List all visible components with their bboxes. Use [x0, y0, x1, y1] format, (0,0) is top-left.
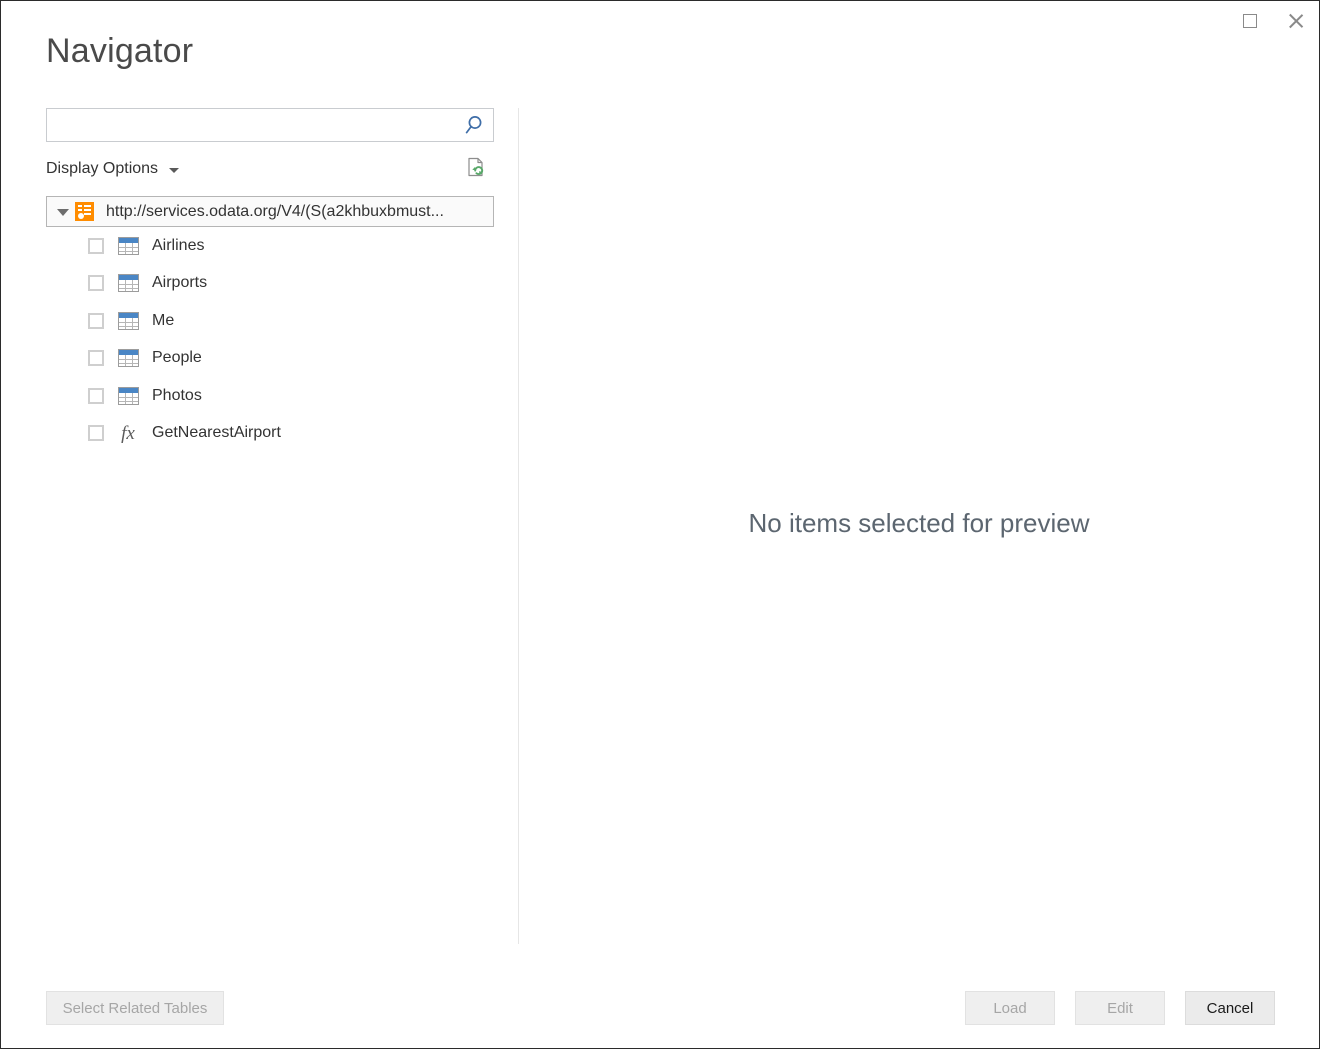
- edit-button[interactable]: Edit: [1075, 991, 1165, 1025]
- tree-item-checkbox[interactable]: [88, 388, 104, 404]
- tree-item-label: GetNearestAirport: [152, 423, 281, 443]
- search-box[interactable]: [46, 108, 494, 142]
- tree-item-checkbox[interactable]: [88, 425, 104, 441]
- panel-divider: [518, 108, 519, 944]
- display-options-row: Display Options: [46, 151, 494, 187]
- tree-item-label: People: [152, 348, 202, 368]
- tree-item-label: Me: [152, 311, 174, 331]
- navigator-left-panel: Display Options: [46, 108, 494, 452]
- navigator-tree: http://services.odata.org/V4/(S(a2khbuxb…: [46, 196, 494, 452]
- navigator-dialog: Navigator Display Options: [0, 0, 1320, 1049]
- tree-item-label: Airports: [152, 273, 207, 293]
- odata-feed-icon: [75, 202, 94, 221]
- tree-item-label: Airlines: [152, 236, 204, 256]
- maximize-icon: [1243, 14, 1257, 28]
- search-button[interactable]: [455, 109, 493, 141]
- display-options-dropdown[interactable]: Display Options: [46, 159, 179, 179]
- display-options-label: Display Options: [46, 159, 158, 179]
- table-icon: [117, 311, 139, 330]
- table-icon: [117, 386, 139, 405]
- search-icon: [463, 114, 485, 136]
- tree-item-checkbox[interactable]: [88, 275, 104, 291]
- window-controls: [1227, 1, 1319, 43]
- preview-empty-message: No items selected for preview: [748, 508, 1089, 539]
- dialog-footer: Select Related Tables Load Edit Cancel: [1, 942, 1319, 1048]
- table-icon: [117, 274, 139, 293]
- triangle-collapse-icon[interactable]: [55, 204, 71, 220]
- table-icon: [117, 236, 139, 255]
- tree-item-airlines[interactable]: Airlines: [46, 227, 494, 265]
- function-fx-icon: fx: [117, 424, 139, 443]
- tree-item-people[interactable]: People: [46, 340, 494, 378]
- load-button[interactable]: Load: [965, 991, 1055, 1025]
- close-button[interactable]: [1273, 1, 1319, 41]
- tree-root-node[interactable]: http://services.odata.org/V4/(S(a2khbuxb…: [46, 196, 494, 227]
- close-icon: [1287, 12, 1305, 30]
- select-related-tables-button[interactable]: Select Related Tables: [46, 991, 224, 1025]
- tree-item-checkbox[interactable]: [88, 350, 104, 366]
- tree-item-photos[interactable]: Photos: [46, 377, 494, 415]
- tree-item-airports[interactable]: Airports: [46, 265, 494, 303]
- tree-item-me[interactable]: Me: [46, 302, 494, 340]
- refresh-page-icon: [465, 156, 487, 178]
- search-input[interactable]: [47, 110, 455, 140]
- chevron-down-icon: [169, 168, 179, 173]
- tree-item-getnearestairport[interactable]: fx GetNearestAirport: [46, 415, 494, 453]
- maximize-button[interactable]: [1227, 1, 1273, 41]
- tree-item-checkbox[interactable]: [88, 238, 104, 254]
- tree-item-checkbox[interactable]: [88, 313, 104, 329]
- preview-pane: No items selected for preview: [520, 108, 1318, 944]
- refresh-button[interactable]: [462, 153, 490, 181]
- page-title: Navigator: [46, 29, 193, 73]
- cancel-button[interactable]: Cancel: [1185, 991, 1275, 1025]
- table-icon: [117, 349, 139, 368]
- tree-root-label: http://services.odata.org/V4/(S(a2khbuxb…: [106, 202, 444, 222]
- tree-item-label: Photos: [152, 386, 202, 406]
